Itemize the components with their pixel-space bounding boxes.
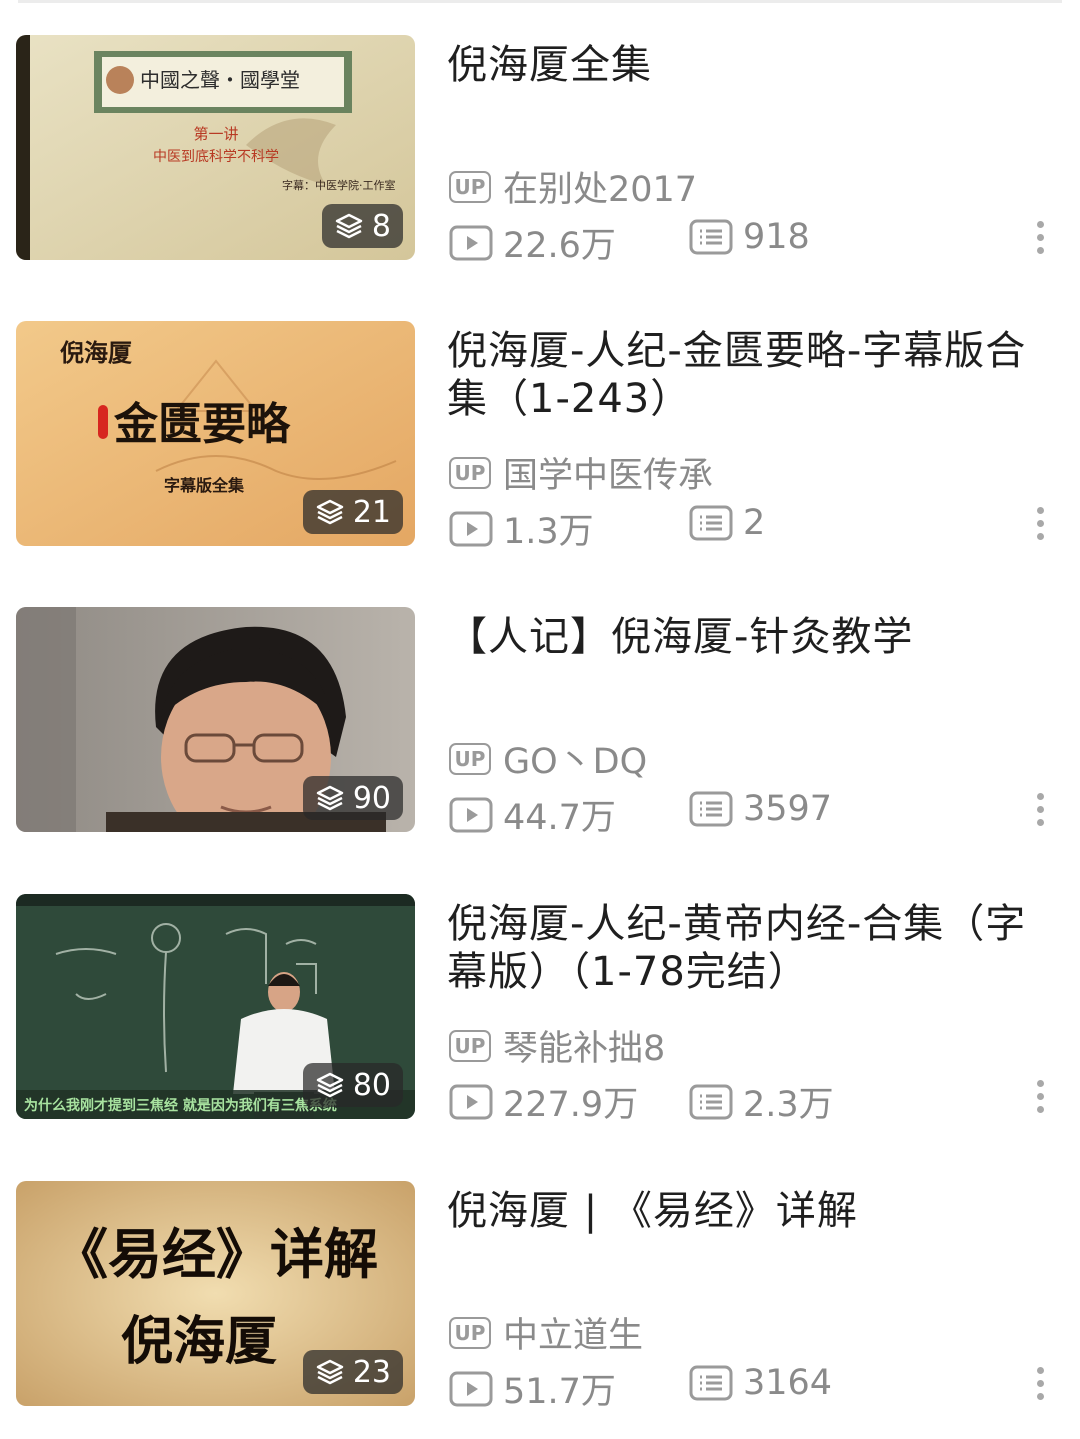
comment-list-icon [689,1084,733,1119]
list-item[interactable]: 《易经》详解 倪海厦 23 倪海厦 | 《易经》详解 UP 中立道生 51.7万… [0,1181,1080,1412]
stack-layers-icon [316,785,344,811]
comment-count-value: 2.3万 [743,1085,834,1125]
episode-count: 21 [352,494,391,530]
play-icon [449,1371,493,1406]
up-tag: UP [449,170,491,203]
more-vertical-icon [1036,506,1044,514]
more-button[interactable] [1026,493,1054,553]
comment-list-icon [689,791,733,827]
play-count-value: 22.6万 [503,226,616,266]
stack-layers-icon [316,1359,344,1385]
svg-text:中國之聲・國學堂: 中國之聲・國學堂 [140,68,300,92]
more-button[interactable] [1026,207,1054,267]
svg-text:字幕：中医学院·工作室: 字幕：中医学院·工作室 [282,178,396,192]
list-item[interactable]: 为什么我刚才提到三焦经 就是因为我们有三焦系统 80 倪海厦-人纪-黄帝内经-合… [0,894,1080,1125]
video-thumbnail[interactable]: 中國之聲・國學堂 第一讲 中医到底科学不科学 字幕：中医学院·工作室 8 [16,35,415,260]
video-title[interactable]: 倪海厦全集 [447,41,1057,89]
svg-text:倪海厦: 倪海厦 [121,1311,277,1372]
episode-count: 80 [352,1067,391,1103]
episode-count-badge: 80 [302,1063,403,1107]
stack-layers-icon [316,499,344,525]
svg-text:第一讲: 第一讲 [193,125,238,143]
up-tag: UP [449,456,491,489]
play-count: 1.3万 [449,503,594,554]
comment-list-icon [689,219,733,255]
comment-count: 2 [689,503,765,543]
uploader-name[interactable]: 琴能补拙8 [503,1020,665,1071]
more-vertical-icon [1036,1366,1044,1374]
uploader-name[interactable]: 中立道生 [503,1307,643,1358]
video-title[interactable]: 【人记】倪海厦-针灸教学 [447,613,1057,661]
play-count: 22.6万 [449,217,616,268]
video-title[interactable]: 倪海厦 | 《易经》详解 [447,1187,1057,1235]
stack-layers-icon [316,1072,344,1098]
comment-list-icon [689,505,733,541]
uploader-row[interactable]: UP 琴能补拙8 [449,1020,665,1071]
comment-count: 918 [689,217,810,257]
uploader-row[interactable]: UP 中立道生 [449,1307,643,1358]
episode-count-badge: 8 [321,204,403,248]
svg-text:倪海厦: 倪海厦 [60,338,132,367]
play-count-value: 1.3万 [503,512,594,552]
comment-count-value: 3597 [743,789,833,829]
comment-count-value: 3164 [743,1363,833,1403]
play-icon [449,797,493,832]
play-icon [449,1084,493,1119]
episode-count-badge: 23 [302,1350,403,1394]
video-title[interactable]: 倪海厦-人纪-金匮要略-字幕版合集（1-243） [447,327,1057,423]
play-icon [449,225,493,260]
episode-count-badge: 21 [302,490,403,534]
svg-text:字幕版全集: 字幕版全集 [164,476,245,495]
svg-text:金匮要略: 金匮要略 [113,399,291,450]
episode-count: 23 [352,1354,391,1390]
more-vertical-icon [1036,1079,1044,1087]
uploader-row[interactable]: UP 在别处2017 [449,161,697,212]
video-title[interactable]: 倪海厦-人纪-黄帝内经-合集（字幕版）（1-78完结） [447,900,1057,996]
more-button[interactable] [1026,1353,1054,1413]
up-tag: UP [449,1316,491,1349]
play-count-value: 227.9万 [503,1085,639,1125]
play-count: 44.7万 [449,789,616,840]
top-divider [18,0,1062,3]
play-count-value: 44.7万 [503,798,616,838]
comment-count-value: 2 [743,503,766,543]
video-thumbnail[interactable]: 倪海厦 金匮要略 字幕版全集 21 [16,321,415,546]
uploader-row[interactable]: UP GO丶DQ [449,733,647,784]
uploader-name[interactable]: 国学中医传承 [503,447,713,498]
more-vertical-icon [1036,792,1044,800]
video-thumbnail[interactable]: 《易经》详解 倪海厦 23 [16,1181,415,1406]
comment-count-value: 918 [743,217,810,257]
comment-list-icon [689,1365,733,1401]
up-tag: UP [449,742,491,775]
video-thumbnail[interactable]: 90 [16,607,415,832]
episode-count: 90 [352,780,391,816]
uploader-name[interactable]: GO丶DQ [503,733,647,784]
more-vertical-icon [1036,220,1044,228]
uploader-row[interactable]: UP 国学中医传承 [449,447,713,498]
play-count: 227.9万 [449,1076,638,1127]
list-item[interactable]: 倪海厦 金匮要略 字幕版全集 21 倪海厦-人纪-金匮要略-字幕版合集（1-24… [0,321,1080,552]
svg-text:《易经》详解: 《易经》详解 [54,1222,378,1286]
svg-text:中医到底科学不科学: 中医到底科学不科学 [153,149,279,165]
more-button[interactable] [1026,1066,1054,1126]
comment-count: 3164 [689,1363,832,1403]
play-count: 51.7万 [449,1363,616,1414]
episode-count: 8 [371,208,391,244]
play-count-value: 51.7万 [503,1372,616,1412]
video-thumbnail[interactable]: 为什么我刚才提到三焦经 就是因为我们有三焦系统 80 [16,894,415,1119]
episode-count-badge: 90 [302,776,403,820]
comment-count: 3597 [689,789,832,829]
stack-layers-icon [335,213,363,239]
uploader-name[interactable]: 在别处2017 [503,161,697,212]
up-tag: UP [449,1029,491,1062]
list-item[interactable]: 中國之聲・國學堂 第一讲 中医到底科学不科学 字幕：中医学院·工作室 8 倪海厦… [0,35,1080,266]
more-button[interactable] [1026,779,1054,839]
svg-text:为什么我刚才提到三焦经 就是因为我们有三焦系统: 为什么我刚才提到三焦经 就是因为我们有三焦系统 [24,1097,337,1114]
play-icon [449,511,493,546]
comment-count: 2.3万 [689,1076,834,1127]
list-item[interactable]: 90 【人记】倪海厦-针灸教学 UP GO丶DQ 44.7万 3597 [0,607,1080,838]
